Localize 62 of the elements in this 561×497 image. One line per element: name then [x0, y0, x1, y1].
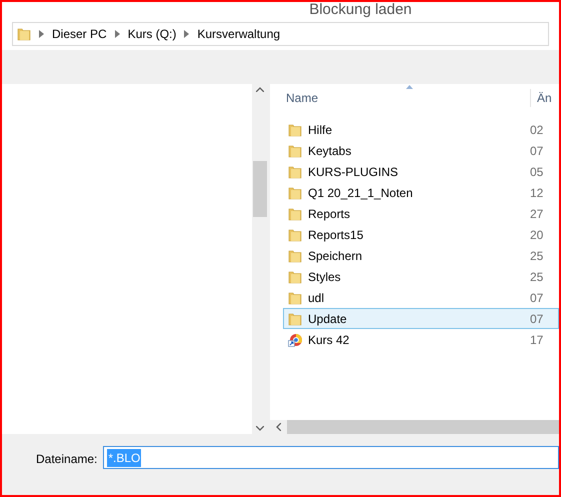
chevron-up-icon	[256, 87, 264, 92]
breadcrumb-item[interactable]: Kursverwaltung	[197, 25, 280, 43]
file-row[interactable]: Keytabs 07	[283, 140, 559, 161]
breadcrumb-item[interactable]: Dieser PC	[52, 25, 107, 43]
filename-value: *.BLO	[107, 448, 142, 466]
file-row[interactable]: Reports15 20	[283, 224, 559, 245]
file-name: Keytabs	[308, 142, 352, 160]
column-header[interactable]: Än	[530, 89, 552, 107]
folder-icon	[288, 312, 302, 326]
table-cell-text: 27	[530, 206, 544, 222]
file-name: Styles	[308, 268, 341, 286]
file-name: Hilfe	[308, 122, 332, 138]
folder-icon	[288, 186, 302, 200]
table-cell-text: 25	[530, 268, 544, 286]
table-cell-text: 07	[530, 142, 544, 160]
folder-icon	[288, 248, 302, 262]
scrollbar-thumb[interactable]	[253, 161, 267, 217]
folder-icon	[17, 27, 31, 41]
folder-icon	[288, 164, 302, 178]
folder-icon	[288, 290, 302, 304]
file-name: Q1 20_21_1_Noten	[308, 184, 413, 202]
file-name: udl	[308, 290, 324, 306]
table-cell-text: 25	[530, 248, 544, 264]
folder-icon	[288, 228, 302, 242]
chevron-right-icon	[184, 30, 190, 38]
folder-icon	[288, 122, 302, 136]
table-cell-text: 05	[530, 164, 544, 180]
window-title: Blockung laden	[309, 2, 412, 18]
table-cell-text: 20	[530, 226, 544, 244]
breadcrumb-item[interactable]: Kurs (Q:)	[128, 25, 176, 43]
file-name: Reports	[308, 206, 350, 222]
column-header[interactable]: Name	[270, 89, 530, 107]
chevron-left-icon	[276, 423, 281, 431]
table-cell-text: 07	[530, 290, 544, 306]
table-cell-text: 07	[530, 310, 544, 328]
file-name: Update	[308, 310, 347, 328]
file-name: Reports15	[308, 226, 364, 244]
table-cell-text: 12	[530, 184, 544, 202]
file-row[interactable]: Update 07	[283, 308, 559, 329]
file-row[interactable]: Q1 20_21_1_Noten 12	[283, 182, 559, 203]
shortcut-icon	[288, 332, 302, 346]
table-cell-text: 02	[530, 122, 544, 138]
chevron-right-icon	[114, 30, 120, 38]
address-bar[interactable]: Dieser PC Kurs (Q:) Kursverwaltung	[12, 22, 549, 46]
file-row[interactable]: Styles 25	[283, 266, 559, 287]
folder-icon	[288, 206, 302, 220]
file-name: Kurs 42	[308, 332, 350, 348]
filename-label: Dateiname:	[36, 451, 98, 468]
file-row[interactable]: udl 07	[283, 287, 559, 308]
file-row[interactable]: Hilfe 02	[283, 119, 559, 140]
table-cell-text: 17	[530, 332, 544, 348]
file-row[interactable]: Kurs 42 17	[283, 329, 559, 350]
sort-ascending-icon	[406, 85, 413, 89]
file-row[interactable]: Reports 27	[283, 203, 559, 224]
file-row[interactable]: KURS-PLUGINS 05	[283, 161, 559, 182]
file-name: KURS-PLUGINS	[308, 164, 398, 180]
file-name: Speichern	[308, 248, 362, 264]
file-row[interactable]: Speichern 25	[283, 245, 559, 266]
chevron-right-icon	[39, 30, 44, 38]
folder-icon	[288, 144, 302, 158]
folder-icon	[288, 270, 302, 284]
chevron-down-icon	[256, 426, 264, 431]
